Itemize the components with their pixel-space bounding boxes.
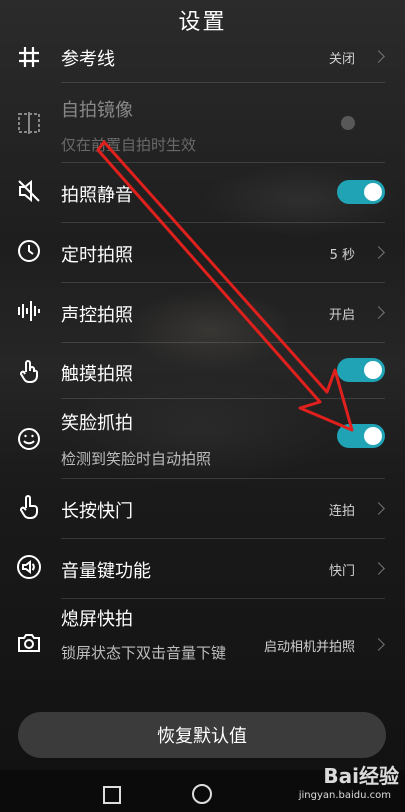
clock-icon [18,240,40,262]
touch-toggle[interactable] [337,358,385,382]
setting-description: 仅在前置自拍时生效 [61,136,197,154]
setting-label: 参考线 [61,49,115,70]
setting-label: 笑脸抓拍 [61,413,133,434]
setting-mute-shutter[interactable]: 拍照静音 [0,164,405,220]
toggle-knob [364,183,382,201]
toggle-knob [364,427,382,445]
finger-press-icon [20,495,38,519]
setting-timer[interactable]: 定时拍照 5 秒 [0,224,405,280]
setting-long-press-shutter[interactable]: 长按快门 连拍 [0,480,405,536]
setting-screen-off-capture[interactable]: 熄屏快拍 锁屏状态下双击音量下键 启动相机并拍照 [0,600,405,692]
chevron-right-icon [372,502,385,515]
watermark-url: jingyan.baidu.com [298,790,391,801]
setting-volume-key[interactable]: 音量键功能 快门 [0,540,405,596]
setting-voice-control[interactable]: 声控拍照 开启 [0,284,405,340]
divider [61,478,385,479]
divider [61,282,385,283]
toggle-off-indicator [341,116,355,130]
setting-value: 关闭 [328,52,355,67]
chevron-right-icon [372,50,385,63]
mirror-icon [18,112,40,134]
setting-label: 定时拍照 [61,245,133,266]
setting-touch-capture[interactable]: 触摸拍照 [0,344,405,398]
volume-icon [17,555,41,579]
setting-smile-capture[interactable]: 笑脸抓拍 检测到笑脸时自动拍照 [0,400,405,476]
divider [61,538,385,539]
toggle-knob [364,361,382,379]
setting-description: 检测到笑脸时自动拍照 [61,450,212,468]
setting-selfie-mirror[interactable]: 自拍镜像 仅在前置自拍时生效 [0,84,405,160]
setting-value: 快门 [328,564,355,579]
smile-toggle[interactable] [337,424,385,448]
chevron-right-icon [372,638,385,651]
setting-label: 自拍镜像 [61,100,133,121]
setting-label: 音量键功能 [61,561,151,582]
setting-value: 启动相机并拍照 [263,640,355,655]
smile-icon [18,428,40,450]
divider [61,162,385,163]
divider [61,342,385,343]
sound-wave-icon [18,301,40,321]
setting-value: 5 秒 [329,248,355,263]
divider [61,598,385,599]
camera-icon [18,634,40,652]
grid-icon [19,47,39,67]
divider [61,398,385,399]
recent-apps-button[interactable] [103,786,121,804]
chevron-right-icon [372,246,385,259]
home-button[interactable] [192,784,212,804]
setting-grid-lines[interactable]: 参考线 关闭 [0,36,405,80]
mute-toggle[interactable] [337,180,385,204]
restore-defaults-button[interactable]: 恢复默认值 [18,712,386,758]
divider [61,222,385,223]
setting-label: 熄屏快拍 [61,609,133,630]
setting-value: 连拍 [328,504,355,519]
setting-label: 长按快门 [61,501,133,522]
setting-label: 触摸拍照 [61,364,133,385]
watermark-logo: Bai经验 [323,764,399,788]
divider [61,82,385,83]
setting-value: 开启 [328,308,355,323]
setting-label: 拍照静音 [61,185,133,206]
page-title: 设置 [178,10,227,35]
chevron-right-icon [372,562,385,575]
mute-icon [18,179,40,203]
chevron-right-icon [372,306,385,319]
touch-icon [20,360,38,383]
setting-description: 锁屏状态下双击音量下键 [61,644,227,662]
setting-label: 声控拍照 [61,305,133,326]
